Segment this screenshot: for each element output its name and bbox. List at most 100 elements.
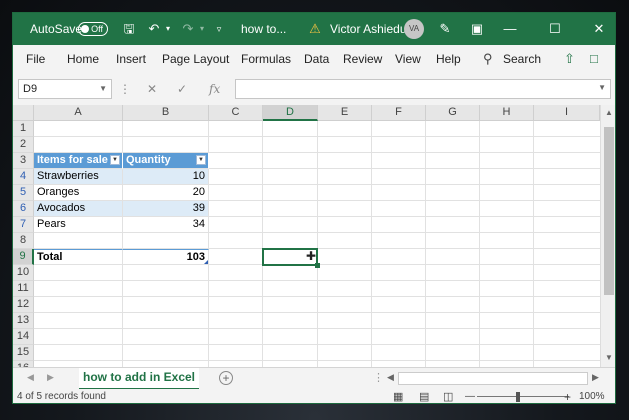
redo-dropdown-icon[interactable]: ▾ — [197, 13, 207, 45]
scroll-down-icon[interactable]: ▼ — [601, 353, 615, 362]
ribbon-display-icon[interactable]: ▣ — [468, 13, 486, 45]
normal-view-icon[interactable]: ▦ — [393, 389, 403, 403]
row-header-2[interactable]: 2 — [13, 137, 34, 153]
comments-icon[interactable]: □ — [590, 45, 598, 73]
row-header-7[interactable]: 7 — [13, 217, 34, 233]
column-header-f[interactable]: F — [372, 105, 426, 121]
row-header-12[interactable]: 12 — [13, 297, 34, 313]
table-cell-quantity[interactable]: 20 — [123, 185, 209, 201]
tab-page-layout[interactable]: Page Layout — [162, 45, 229, 73]
tab-review[interactable]: Review — [343, 45, 382, 73]
select-all-corner[interactable] — [13, 105, 34, 121]
filter-icon[interactable]: ▼ — [110, 155, 120, 165]
row-header-11[interactable]: 11 — [13, 281, 34, 297]
table-header-items[interactable]: Items for sale ▼ — [34, 153, 123, 169]
column-header-d[interactable]: D — [263, 105, 318, 121]
column-header-c[interactable]: C — [209, 105, 263, 121]
close-icon[interactable]: ✕ — [590, 13, 608, 45]
row-header-3[interactable]: 3 — [13, 153, 34, 169]
tab-help[interactable]: Help — [436, 45, 461, 73]
total-value[interactable]: 103 — [123, 249, 209, 265]
hscroll-left-icon[interactable]: ◀ — [387, 372, 394, 383]
zoom-out-icon[interactable]: — — [465, 389, 475, 403]
column-header-e[interactable]: E — [318, 105, 372, 121]
maximize-icon[interactable]: ☐ — [546, 13, 564, 45]
expand-formula-icon[interactable]: ▼ — [598, 83, 606, 92]
table-row[interactable]: Pears — [34, 217, 123, 233]
tab-home[interactable]: Home — [67, 45, 99, 73]
row-header-6[interactable]: 6 — [13, 201, 34, 217]
row-header-14[interactable]: 14 — [13, 329, 34, 345]
customize-toolbar-icon[interactable]: ▿ — [213, 13, 225, 45]
tab-insert[interactable]: Insert — [116, 45, 146, 73]
row-header-8[interactable]: 8 — [13, 233, 34, 249]
undo-icon[interactable]: ↶ — [145, 13, 163, 45]
autosave-label: AutoSave — [30, 22, 83, 36]
fill-handle[interactable] — [315, 263, 320, 268]
row-header-15[interactable]: 15 — [13, 345, 34, 361]
chevron-down-icon[interactable]: ▼ — [99, 80, 107, 98]
save-icon[interactable]: 🖫 — [119, 13, 139, 45]
column-header-a[interactable]: A — [34, 105, 123, 121]
table-row[interactable]: Oranges — [34, 185, 123, 201]
total-label[interactable]: Total — [34, 249, 123, 265]
tab-data[interactable]: Data — [304, 45, 329, 73]
row-header-1[interactable]: 1 — [13, 121, 34, 137]
column-header-g[interactable]: G — [426, 105, 480, 121]
sheet-tab[interactable]: how to add in Excel — [79, 368, 199, 390]
row-header-9[interactable]: 9 — [13, 249, 34, 265]
column-header-h[interactable]: H — [480, 105, 534, 121]
name-box[interactable]: D9 ▼ — [18, 79, 112, 99]
avatar[interactable]: VA — [404, 19, 424, 39]
zoom-level[interactable]: 100% — [579, 389, 605, 403]
column-header-b[interactable]: B — [123, 105, 209, 121]
sheet-prev-icon[interactable]: ◀ — [27, 372, 34, 383]
share-icon[interactable]: ⇧ — [564, 45, 575, 73]
scroll-thumb[interactable] — [604, 127, 614, 295]
minimize-icon[interactable]: — — [501, 13, 519, 45]
row-header-5[interactable]: 5 — [13, 185, 34, 201]
enter-icon[interactable]: ✓ — [177, 79, 187, 99]
table-row[interactable]: Strawberries — [34, 169, 123, 185]
table-resize-handle[interactable] — [204, 260, 208, 264]
warning-icon[interactable]: ⚠ — [307, 13, 323, 45]
table-cell-quantity[interactable]: 34 — [123, 217, 209, 233]
zoom-slider-knob[interactable] — [516, 392, 520, 402]
table-cell-quantity[interactable]: 10 — [123, 169, 209, 185]
formula-input[interactable]: ▼ — [235, 79, 611, 99]
autosave-state: Off — [91, 24, 103, 34]
zoom-in-icon[interactable]: + — [564, 389, 571, 403]
tab-formulas[interactable]: Formulas — [241, 45, 291, 73]
row-header-10[interactable]: 10 — [13, 265, 34, 281]
excel-window: AutoSave Off 🖫 ↶ ▾ ↷ ▾ ▿ how to... ⚠ Vic… — [12, 12, 616, 404]
row-header-13[interactable]: 13 — [13, 313, 34, 329]
horizontal-scrollbar[interactable] — [398, 372, 588, 385]
search-label[interactable]: Search — [503, 45, 541, 73]
dropdown-icon[interactable]: ▼ — [196, 155, 206, 165]
scroll-up-icon[interactable]: ▲ — [601, 108, 615, 117]
table-row[interactable]: Avocados — [34, 201, 123, 217]
page-layout-view-icon[interactable]: ▤ — [419, 389, 429, 403]
insert-function-icon[interactable]: fx — [209, 79, 220, 99]
sheet-next-icon[interactable]: ▶ — [47, 372, 54, 383]
redo-icon[interactable]: ↷ — [179, 13, 197, 45]
zoom-slider[interactable] — [477, 396, 569, 397]
add-sheet-icon[interactable]: + — [219, 371, 233, 385]
column-header-i[interactable]: I — [534, 105, 600, 121]
tab-view[interactable]: View — [395, 45, 421, 73]
table-cell-quantity[interactable]: 39 — [123, 201, 209, 217]
autosave-toggle[interactable]: Off — [78, 22, 108, 36]
page-break-view-icon[interactable]: ◫ — [443, 389, 453, 403]
search-icon[interactable]: ⚲ — [483, 45, 493, 73]
cancel-icon[interactable]: ✕ — [147, 79, 157, 99]
table-header-quantity[interactable]: Quantity ▼ — [123, 153, 209, 169]
tab-file[interactable]: File — [26, 45, 45, 73]
undo-dropdown-icon[interactable]: ▾ — [163, 13, 173, 45]
status-bar: 4 of 5 records found ▦ ▤ ◫ — + 100% — [13, 389, 615, 403]
pen-icon[interactable]: ✎ — [436, 13, 454, 45]
user-name[interactable]: Victor Ashiedu — [330, 13, 407, 45]
table-header-quantity-label: Quantity — [126, 154, 171, 166]
vertical-scrollbar[interactable]: ▲ ▼ — [600, 105, 615, 367]
hscroll-right-icon[interactable]: ▶ — [592, 372, 599, 383]
row-header-4[interactable]: 4 — [13, 169, 34, 185]
